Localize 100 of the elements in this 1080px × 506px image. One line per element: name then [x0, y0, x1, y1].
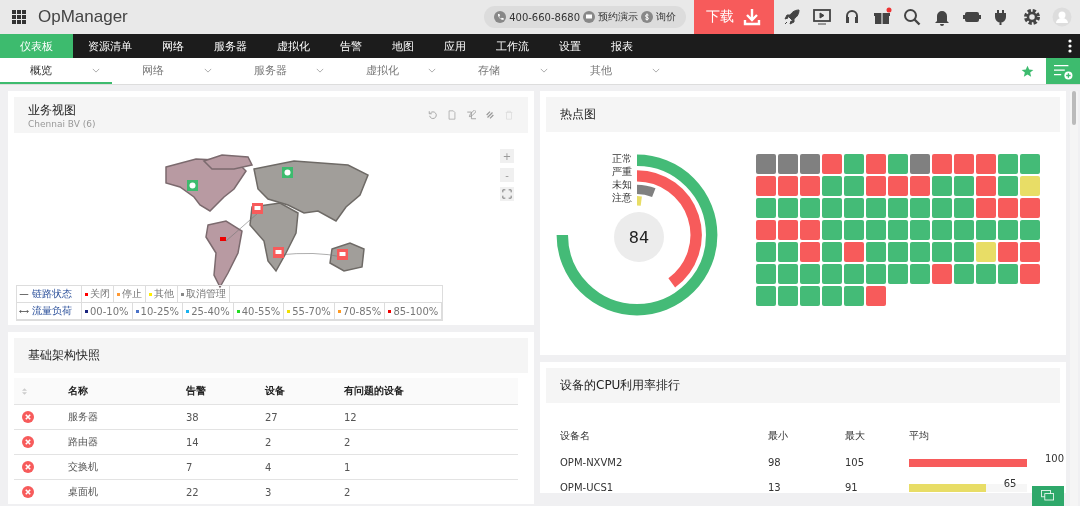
- heatmap-cell[interactable]: [954, 242, 974, 262]
- menu-tab[interactable]: 报表: [596, 34, 648, 58]
- heatmap-cell[interactable]: [888, 176, 908, 196]
- chat-button[interactable]: [1032, 486, 1064, 506]
- heatmap-cell[interactable]: [800, 264, 820, 284]
- column-header[interactable]: 有问题的设备: [343, 378, 518, 405]
- heatmap-cell[interactable]: [888, 220, 908, 240]
- column-header[interactable]: 告警: [185, 378, 264, 405]
- heatmap-cell[interactable]: [998, 242, 1018, 262]
- heatmap-cell[interactable]: [954, 264, 974, 284]
- heatmap-cell[interactable]: [932, 220, 952, 240]
- heatmap-cell[interactable]: [998, 220, 1018, 240]
- heatmap-cell[interactable]: [954, 198, 974, 218]
- gift-icon[interactable]: [872, 7, 892, 27]
- heatmap-cell[interactable]: [800, 154, 820, 174]
- heatmap-cell[interactable]: [976, 198, 996, 218]
- column-header[interactable]: 设备: [264, 378, 343, 405]
- heatmap-cell[interactable]: [822, 242, 842, 262]
- heatmap-cell[interactable]: [756, 220, 776, 240]
- heatmap-cell[interactable]: [1020, 242, 1040, 262]
- heatmap-cell[interactable]: [910, 242, 930, 262]
- sort-icon[interactable]: [22, 387, 27, 395]
- heatmap-cell[interactable]: [844, 264, 864, 284]
- menu-tab[interactable]: 设置: [544, 34, 596, 58]
- heatmap-cell[interactable]: [778, 242, 798, 262]
- heatmap-cell[interactable]: [932, 154, 952, 174]
- heatmap-cell[interactable]: [844, 198, 864, 218]
- heatmap-cell[interactable]: [976, 154, 996, 174]
- heatmap-cell[interactable]: [888, 242, 908, 262]
- heatmap-cell[interactable]: [866, 176, 886, 196]
- heatmap-cell[interactable]: [932, 176, 952, 196]
- phone-number[interactable]: 400-660-8680: [509, 11, 580, 23]
- more-options-icon[interactable]: [1068, 39, 1072, 53]
- heatmap-cell[interactable]: [910, 198, 930, 218]
- heatmap-cell[interactable]: [998, 264, 1018, 284]
- price-link[interactable]: 询价: [656, 10, 676, 24]
- menu-tab[interactable]: 网络: [147, 34, 199, 58]
- star-icon[interactable]: [1021, 64, 1034, 78]
- menu-tab[interactable]: 告警: [325, 34, 377, 58]
- sub-tab[interactable]: 其他: [560, 58, 672, 84]
- heatmap-cell[interactable]: [822, 176, 842, 196]
- heatmap-cell[interactable]: [866, 286, 886, 306]
- heatmap-cell[interactable]: [756, 242, 776, 262]
- menu-tab[interactable]: 应用: [429, 34, 481, 58]
- heatmap-cell[interactable]: [998, 176, 1018, 196]
- heatmap-cell[interactable]: [844, 176, 864, 196]
- heatmap-cell[interactable]: [822, 220, 842, 240]
- heatmap-cell[interactable]: [844, 154, 864, 174]
- search-icon[interactable]: [902, 7, 922, 27]
- heatmap-cell[interactable]: [954, 220, 974, 240]
- heatmap-cell[interactable]: [932, 264, 952, 284]
- refresh-icon[interactable]: [428, 110, 438, 120]
- menu-tab[interactable]: 资源清单: [73, 34, 147, 58]
- heatmap-cell[interactable]: [932, 242, 952, 262]
- heatmap-cell[interactable]: [756, 154, 776, 174]
- heatmap-cell[interactable]: [910, 220, 930, 240]
- heatmap-cell[interactable]: [888, 264, 908, 284]
- settings-icon[interactable]: [1022, 7, 1042, 27]
- heatmap-cell[interactable]: [866, 242, 886, 262]
- menu-tab[interactable]: 工作流: [481, 34, 544, 58]
- sub-tab[interactable]: 服务器: [224, 58, 336, 84]
- sub-tab[interactable]: 概览: [0, 58, 112, 84]
- heatmap-cell[interactable]: [910, 154, 930, 174]
- heatmap-cell[interactable]: [998, 154, 1018, 174]
- heatmap-cell[interactable]: [756, 286, 776, 306]
- heatmap-cell[interactable]: [844, 242, 864, 262]
- heatmap-cell[interactable]: [756, 198, 776, 218]
- sub-tab[interactable]: 存储: [448, 58, 560, 84]
- heatmap-cell[interactable]: [866, 154, 886, 174]
- heatmap-cell[interactable]: [888, 154, 908, 174]
- heatmap-cell[interactable]: [1020, 264, 1040, 284]
- heatmap-cell[interactable]: [976, 220, 996, 240]
- heatmap-cell[interactable]: [822, 286, 842, 306]
- sub-tab[interactable]: 网络: [112, 58, 224, 84]
- heatmap-cell[interactable]: [954, 176, 974, 196]
- menu-tab[interactable]: 地图: [377, 34, 429, 58]
- heatmap-cell[interactable]: [1020, 176, 1040, 196]
- heatmap-cell[interactable]: [844, 286, 864, 306]
- heatmap-cell[interactable]: [844, 220, 864, 240]
- heatmap-cell[interactable]: [800, 242, 820, 262]
- heatmap-cell[interactable]: [1020, 220, 1040, 240]
- heatmap-cell[interactable]: [998, 198, 1018, 218]
- monitor-icon[interactable]: [812, 7, 832, 27]
- heatmap-cell[interactable]: [866, 264, 886, 284]
- menu-tab[interactable]: 服务器: [199, 34, 262, 58]
- heatmap-cell[interactable]: [976, 264, 996, 284]
- menu-tab[interactable]: 虚拟化: [262, 34, 325, 58]
- heatmap-cell[interactable]: [1020, 198, 1040, 218]
- heatmap-cell[interactable]: [954, 154, 974, 174]
- heatmap-cell[interactable]: [756, 264, 776, 284]
- heatmap-cell[interactable]: [976, 242, 996, 262]
- heatmap-cell[interactable]: [800, 286, 820, 306]
- heatmap-cell[interactable]: [822, 264, 842, 284]
- heatmap-cell[interactable]: [866, 198, 886, 218]
- fullscreen-button[interactable]: [500, 187, 514, 201]
- heatmap-cell[interactable]: [778, 286, 798, 306]
- heatmap-cell[interactable]: [888, 198, 908, 218]
- heatmap-cell[interactable]: [822, 154, 842, 174]
- heatmap-cell[interactable]: [1020, 154, 1040, 174]
- demo-link[interactable]: 预约演示: [598, 10, 638, 24]
